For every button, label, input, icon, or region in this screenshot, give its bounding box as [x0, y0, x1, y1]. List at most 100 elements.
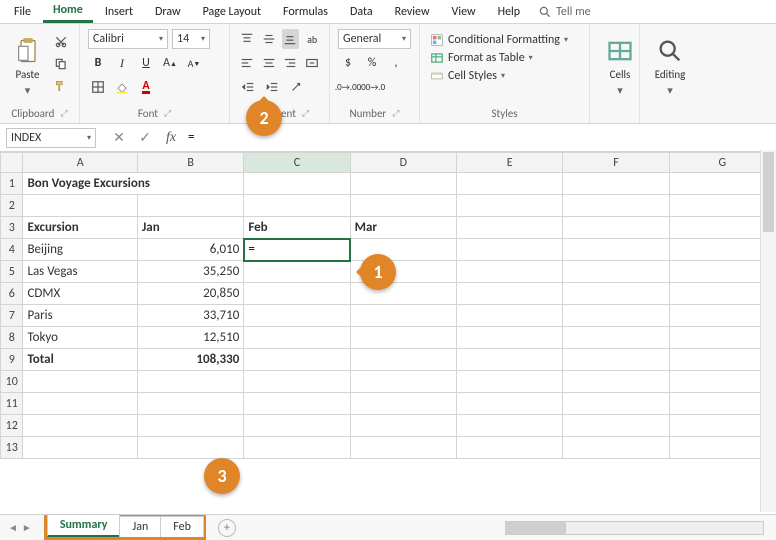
font-color-button[interactable]: A	[136, 77, 156, 97]
sheet-tab-feb[interactable]: Feb	[160, 516, 204, 537]
cell-b9[interactable]: 108,330	[137, 349, 243, 371]
cell[interactable]	[563, 217, 669, 239]
cell[interactable]	[350, 195, 456, 217]
cancel-formula-button[interactable]: ✕	[106, 127, 132, 148]
sheet-tab-summary[interactable]: Summary	[47, 514, 121, 537]
align-middle-button[interactable]	[260, 29, 278, 49]
align-left-button[interactable]	[238, 53, 256, 73]
cell[interactable]	[23, 437, 138, 459]
row-header-4[interactable]: 4	[1, 239, 23, 261]
tell-me[interactable]: Tell me	[538, 5, 591, 19]
horizontal-scrollbar[interactable]	[505, 521, 764, 535]
font-name-select[interactable]: Calibri▾	[88, 29, 168, 49]
cell[interactable]	[563, 305, 669, 327]
cell-c3[interactable]: Feb	[244, 217, 350, 239]
select-all-corner[interactable]	[1, 153, 23, 173]
cell[interactable]	[350, 393, 456, 415]
italic-button[interactable]: I	[112, 53, 132, 73]
menu-data[interactable]: Data	[340, 2, 383, 22]
borders-button[interactable]	[88, 77, 108, 97]
menu-draw[interactable]: Draw	[145, 2, 191, 22]
col-header-f[interactable]: F	[563, 153, 669, 173]
percent-button[interactable]: %	[362, 53, 382, 73]
cell[interactable]	[456, 371, 562, 393]
format-as-table-button[interactable]: Format as Table▾	[428, 50, 581, 66]
cell-b7[interactable]: 33,710	[137, 305, 243, 327]
cell-a7[interactable]: Paris	[23, 305, 138, 327]
menu-view[interactable]: View	[442, 2, 486, 22]
cell[interactable]	[244, 261, 350, 283]
cell-a1[interactable]: Bon Voyage Excursions	[23, 173, 244, 195]
paste-button[interactable]: Paste ▾	[8, 28, 47, 105]
format-painter-button[interactable]	[51, 76, 71, 96]
row-header-6[interactable]: 6	[1, 283, 23, 305]
scrollbar-thumb[interactable]	[506, 522, 566, 534]
cell[interactable]	[23, 371, 138, 393]
cell[interactable]	[244, 327, 350, 349]
sheet-nav-next[interactable]: ►	[22, 521, 32, 534]
sheet-tab-jan[interactable]: Jan	[119, 516, 161, 537]
cell[interactable]	[244, 393, 350, 415]
col-header-b[interactable]: B	[137, 153, 243, 173]
vertical-scrollbar[interactable]	[760, 150, 776, 512]
merge-button[interactable]	[303, 53, 321, 73]
row-header-3[interactable]: 3	[1, 217, 23, 239]
cell[interactable]	[456, 393, 562, 415]
cell[interactable]	[456, 173, 562, 195]
cell-a4[interactable]: Beijing	[23, 239, 138, 261]
cell[interactable]	[244, 437, 350, 459]
cell[interactable]	[137, 437, 243, 459]
cell-a3[interactable]: Excursion	[23, 217, 138, 239]
row-header-2[interactable]: 2	[1, 195, 23, 217]
cell-a8[interactable]: Tokyo	[23, 327, 138, 349]
fill-color-button[interactable]	[112, 77, 132, 97]
cell[interactable]	[563, 371, 669, 393]
cell-b4[interactable]: 6,010	[137, 239, 243, 261]
decrease-decimal-button[interactable]: .00→.0	[362, 77, 382, 97]
cell[interactable]	[563, 283, 669, 305]
cell-edit-input[interactable]	[248, 239, 345, 260]
cell-b5[interactable]: 35,250	[137, 261, 243, 283]
cell[interactable]	[563, 349, 669, 371]
row-header-5[interactable]: 5	[1, 261, 23, 283]
cell[interactable]	[350, 415, 456, 437]
enter-formula-button[interactable]: ✓	[132, 127, 158, 148]
cell-c4-active[interactable]	[244, 239, 350, 261]
cell[interactable]	[350, 327, 456, 349]
number-format-select[interactable]: General▾	[338, 29, 411, 49]
cell[interactable]	[350, 349, 456, 371]
scrollbar-thumb[interactable]	[763, 152, 774, 232]
row-header-12[interactable]: 12	[1, 415, 23, 437]
decrease-font-button[interactable]: A▼	[184, 53, 204, 73]
cell[interactable]	[137, 195, 243, 217]
row-header-9[interactable]: 9	[1, 349, 23, 371]
cell[interactable]	[244, 195, 350, 217]
menu-file[interactable]: File	[4, 2, 41, 22]
menu-review[interactable]: Review	[385, 2, 440, 22]
menu-home[interactable]: Home	[43, 0, 93, 23]
align-top-button[interactable]	[238, 29, 256, 49]
cell[interactable]	[456, 239, 562, 261]
dialog-launcher-icon[interactable]: ⤢	[164, 108, 171, 119]
row-header-8[interactable]: 8	[1, 327, 23, 349]
cell[interactable]	[244, 371, 350, 393]
col-header-a[interactable]: A	[23, 153, 138, 173]
dialog-launcher-icon[interactable]: ⤢	[302, 108, 309, 119]
increase-font-button[interactable]: A▲	[160, 53, 180, 73]
cell[interactable]	[456, 437, 562, 459]
sheet-nav-prev[interactable]: ◄	[8, 521, 18, 534]
increase-decimal-button[interactable]: .0→.00	[338, 77, 358, 97]
cell[interactable]	[350, 437, 456, 459]
cell[interactable]	[244, 283, 350, 305]
row-header-10[interactable]: 10	[1, 371, 23, 393]
cell[interactable]	[456, 283, 562, 305]
menu-page-layout[interactable]: Page Layout	[193, 2, 271, 22]
cell[interactable]	[456, 261, 562, 283]
new-sheet-button[interactable]: +	[218, 519, 236, 537]
align-center-button[interactable]	[260, 53, 278, 73]
cell-b6[interactable]: 20,850	[137, 283, 243, 305]
cell[interactable]	[563, 437, 669, 459]
align-right-button[interactable]	[282, 53, 300, 73]
cell[interactable]	[137, 415, 243, 437]
cell-b8[interactable]: 12,510	[137, 327, 243, 349]
